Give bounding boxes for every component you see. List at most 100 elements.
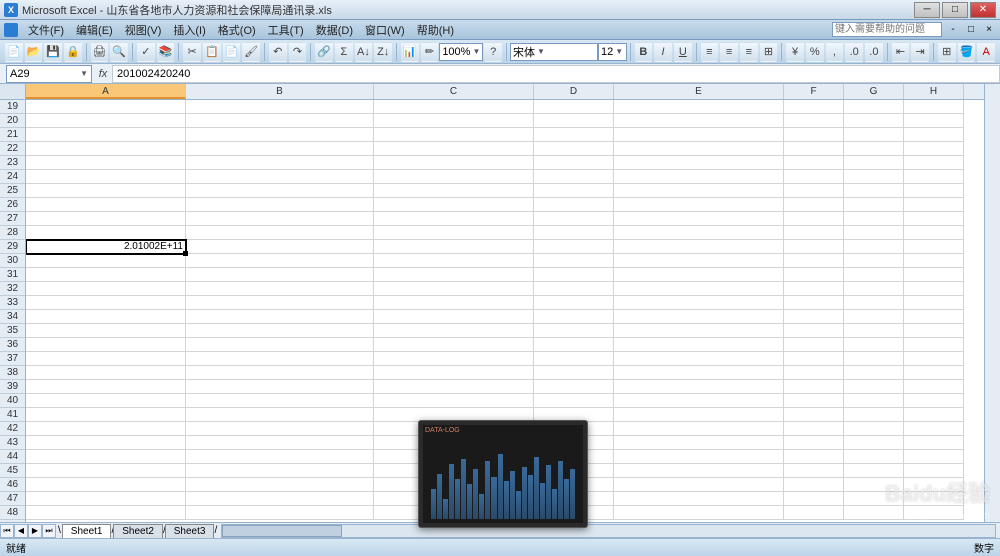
cell[interactable] bbox=[844, 366, 904, 380]
cell[interactable] bbox=[784, 268, 844, 282]
formula-input[interactable]: 201002420240 bbox=[112, 65, 1000, 83]
currency-button[interactable]: ¥ bbox=[786, 42, 804, 62]
cell[interactable] bbox=[614, 198, 784, 212]
row-header[interactable]: 44 bbox=[0, 450, 25, 464]
row-header[interactable]: 29 bbox=[0, 240, 25, 254]
cell[interactable] bbox=[844, 324, 904, 338]
cell[interactable] bbox=[26, 128, 186, 142]
cell[interactable] bbox=[904, 296, 964, 310]
fx-button[interactable]: fx bbox=[94, 68, 112, 80]
cell[interactable] bbox=[904, 170, 964, 184]
fill-handle[interactable] bbox=[183, 251, 188, 256]
cell[interactable] bbox=[186, 156, 374, 170]
col-header-F[interactable]: F bbox=[784, 84, 844, 99]
menu-file[interactable]: 文件(F) bbox=[22, 20, 70, 40]
cell[interactable] bbox=[186, 436, 374, 450]
save-button[interactable]: 💾 bbox=[44, 42, 62, 62]
align-center-button[interactable]: ≡ bbox=[720, 42, 738, 62]
cell[interactable] bbox=[374, 170, 534, 184]
cell[interactable] bbox=[784, 450, 844, 464]
cell[interactable] bbox=[534, 142, 614, 156]
menu-insert[interactable]: 插入(I) bbox=[167, 20, 211, 40]
cell[interactable] bbox=[904, 268, 964, 282]
cell[interactable] bbox=[186, 100, 374, 114]
merge-button[interactable]: ⊞ bbox=[760, 42, 778, 62]
cell[interactable] bbox=[26, 464, 186, 478]
cell[interactable] bbox=[374, 338, 534, 352]
drawing-button[interactable]: ✏ bbox=[421, 42, 439, 62]
cell[interactable] bbox=[534, 394, 614, 408]
col-header-C[interactable]: C bbox=[374, 84, 534, 99]
help-search-input[interactable] bbox=[832, 22, 942, 37]
cell[interactable] bbox=[844, 296, 904, 310]
cell[interactable] bbox=[784, 366, 844, 380]
cell[interactable] bbox=[374, 310, 534, 324]
cell[interactable] bbox=[26, 366, 186, 380]
col-header-G[interactable]: G bbox=[844, 84, 904, 99]
cell[interactable] bbox=[904, 184, 964, 198]
cell[interactable] bbox=[784, 282, 844, 296]
cell[interactable] bbox=[784, 100, 844, 114]
cell[interactable] bbox=[374, 324, 534, 338]
cell[interactable] bbox=[614, 142, 784, 156]
cell[interactable] bbox=[186, 282, 374, 296]
cell[interactable] bbox=[844, 492, 904, 506]
menu-window[interactable]: 窗口(W) bbox=[359, 20, 411, 40]
fill-color-button[interactable]: 🪣 bbox=[958, 42, 976, 62]
cell[interactable] bbox=[26, 310, 186, 324]
undo-button[interactable]: ↶ bbox=[269, 42, 287, 62]
cell[interactable] bbox=[844, 450, 904, 464]
cell[interactable] bbox=[784, 394, 844, 408]
cell[interactable] bbox=[186, 352, 374, 366]
cell[interactable] bbox=[186, 492, 374, 506]
cell[interactable] bbox=[26, 324, 186, 338]
align-left-button[interactable]: ≡ bbox=[701, 42, 719, 62]
cell[interactable] bbox=[614, 450, 784, 464]
cell[interactable] bbox=[784, 184, 844, 198]
cell[interactable] bbox=[534, 366, 614, 380]
col-header-D[interactable]: D bbox=[534, 84, 614, 99]
row-header[interactable]: 27 bbox=[0, 212, 25, 226]
cell[interactable] bbox=[186, 142, 374, 156]
sheet-tab-1[interactable]: Sheet1 bbox=[62, 524, 112, 538]
cell[interactable] bbox=[904, 352, 964, 366]
cell[interactable] bbox=[614, 506, 784, 520]
borders-button[interactable]: ⊞ bbox=[938, 42, 956, 62]
row-header[interactable]: 33 bbox=[0, 296, 25, 310]
font-color-button[interactable]: A bbox=[977, 42, 995, 62]
cell[interactable] bbox=[844, 198, 904, 212]
cell[interactable] bbox=[186, 324, 374, 338]
cell[interactable] bbox=[186, 268, 374, 282]
vertical-scrollbar[interactable] bbox=[984, 84, 1000, 522]
row-header[interactable]: 24 bbox=[0, 170, 25, 184]
first-sheet-button[interactable]: ⏮ bbox=[0, 524, 14, 538]
close-button[interactable]: ✕ bbox=[970, 2, 996, 18]
cell[interactable] bbox=[784, 142, 844, 156]
cell[interactable] bbox=[784, 226, 844, 240]
cell[interactable] bbox=[534, 268, 614, 282]
cell[interactable] bbox=[374, 254, 534, 268]
row-header[interactable]: 48 bbox=[0, 506, 25, 520]
cell[interactable] bbox=[844, 478, 904, 492]
col-header-H[interactable]: H bbox=[904, 84, 964, 99]
cell[interactable] bbox=[186, 464, 374, 478]
cell[interactable] bbox=[26, 296, 186, 310]
cell[interactable] bbox=[844, 394, 904, 408]
cell[interactable] bbox=[186, 212, 374, 226]
cell[interactable] bbox=[904, 240, 964, 254]
cell[interactable] bbox=[904, 464, 964, 478]
cell[interactable] bbox=[904, 212, 964, 226]
cell[interactable] bbox=[784, 352, 844, 366]
cell[interactable] bbox=[844, 352, 904, 366]
cell[interactable] bbox=[904, 324, 964, 338]
cell[interactable] bbox=[614, 268, 784, 282]
cell[interactable] bbox=[904, 436, 964, 450]
cell[interactable] bbox=[26, 184, 186, 198]
research-button[interactable]: 📚 bbox=[157, 42, 175, 62]
menu-format[interactable]: 格式(O) bbox=[212, 20, 262, 40]
cell[interactable] bbox=[534, 128, 614, 142]
cell[interactable] bbox=[904, 282, 964, 296]
cell[interactable] bbox=[614, 156, 784, 170]
cell[interactable] bbox=[186, 394, 374, 408]
cell[interactable] bbox=[904, 408, 964, 422]
